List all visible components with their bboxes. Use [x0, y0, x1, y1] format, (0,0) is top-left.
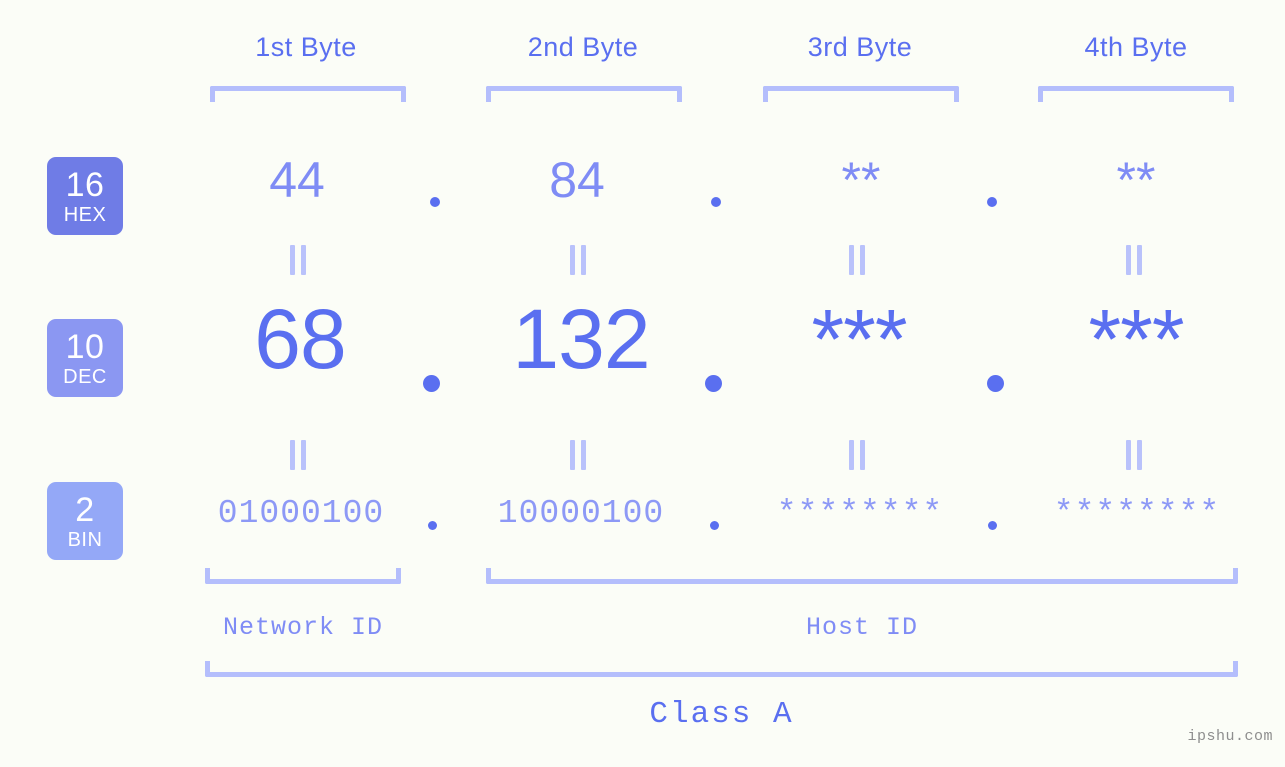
byte-header-1: 1st Byte [255, 32, 357, 62]
hex-value-byte-4: ** [1116, 152, 1156, 208]
byte-bracket-3 [763, 86, 959, 102]
radix-badge-dec: 10 DEC [47, 319, 123, 397]
radix-badge-bin: 2 BIN [47, 482, 123, 560]
bin-separator-3 [988, 521, 997, 530]
equals-connector-dec-bin-2 [567, 440, 589, 470]
dec-separator-1 [423, 375, 440, 392]
radix-badge-hex-number: 16 [65, 165, 105, 204]
radix-badge-bin-label: BIN [67, 528, 103, 551]
hex-value-byte-1: 44 [269, 152, 325, 208]
equals-connector-dec-bin-3 [846, 440, 868, 470]
radix-badge-bin-number: 2 [75, 490, 95, 529]
bin-value-byte-3: ******** [776, 495, 944, 532]
bin-value-byte-2: 10000100 [497, 495, 665, 532]
ip-breakdown-diagram: 1st Byte 2nd Byte 3rd Byte 4th Byte 16 H… [0, 0, 1285, 767]
byte-header-2: 2nd Byte [527, 32, 639, 62]
byte-bracket-4 [1038, 86, 1234, 102]
equals-connector-hex-dec-3 [846, 245, 868, 275]
host-id-label: Host ID [805, 613, 919, 642]
radix-badge-hex-label: HEX [63, 203, 107, 226]
equals-connector-hex-dec-1 [287, 245, 309, 275]
equals-connector-dec-bin-4 [1123, 440, 1145, 470]
watermark: ipshu.com [1187, 728, 1273, 745]
byte-bracket-1 [210, 86, 406, 102]
byte-header-3: 3rd Byte [807, 32, 913, 62]
dec-value-byte-1: 68 [254, 292, 346, 386]
dec-value-byte-3: *** [811, 292, 907, 386]
radix-badge-dec-label: DEC [63, 365, 107, 388]
host-id-bracket [486, 568, 1238, 584]
bin-value-byte-4: ******** [1053, 495, 1221, 532]
byte-header-4: 4th Byte [1084, 32, 1188, 62]
dec-separator-3 [987, 375, 1004, 392]
hex-separator-2 [711, 197, 721, 207]
class-label: Class A [649, 697, 794, 732]
dec-value-byte-4: *** [1088, 292, 1184, 386]
radix-badge-dec-number: 10 [65, 327, 105, 366]
class-bracket [205, 661, 1238, 677]
hex-value-byte-2: 84 [549, 152, 605, 208]
dec-separator-2 [705, 375, 722, 392]
hex-separator-1 [430, 197, 440, 207]
dec-value-byte-2: 132 [512, 292, 650, 386]
network-id-bracket [205, 568, 401, 584]
hex-separator-3 [987, 197, 997, 207]
hex-value-byte-3: ** [841, 152, 881, 208]
byte-bracket-2 [486, 86, 682, 102]
radix-badge-hex: 16 HEX [47, 157, 123, 235]
equals-connector-hex-dec-4 [1123, 245, 1145, 275]
equals-connector-dec-bin-1 [287, 440, 309, 470]
equals-connector-hex-dec-2 [567, 245, 589, 275]
bin-separator-1 [428, 521, 437, 530]
bin-separator-2 [710, 521, 719, 530]
bin-value-byte-1: 01000100 [217, 495, 385, 532]
network-id-label: Network ID [222, 613, 384, 642]
